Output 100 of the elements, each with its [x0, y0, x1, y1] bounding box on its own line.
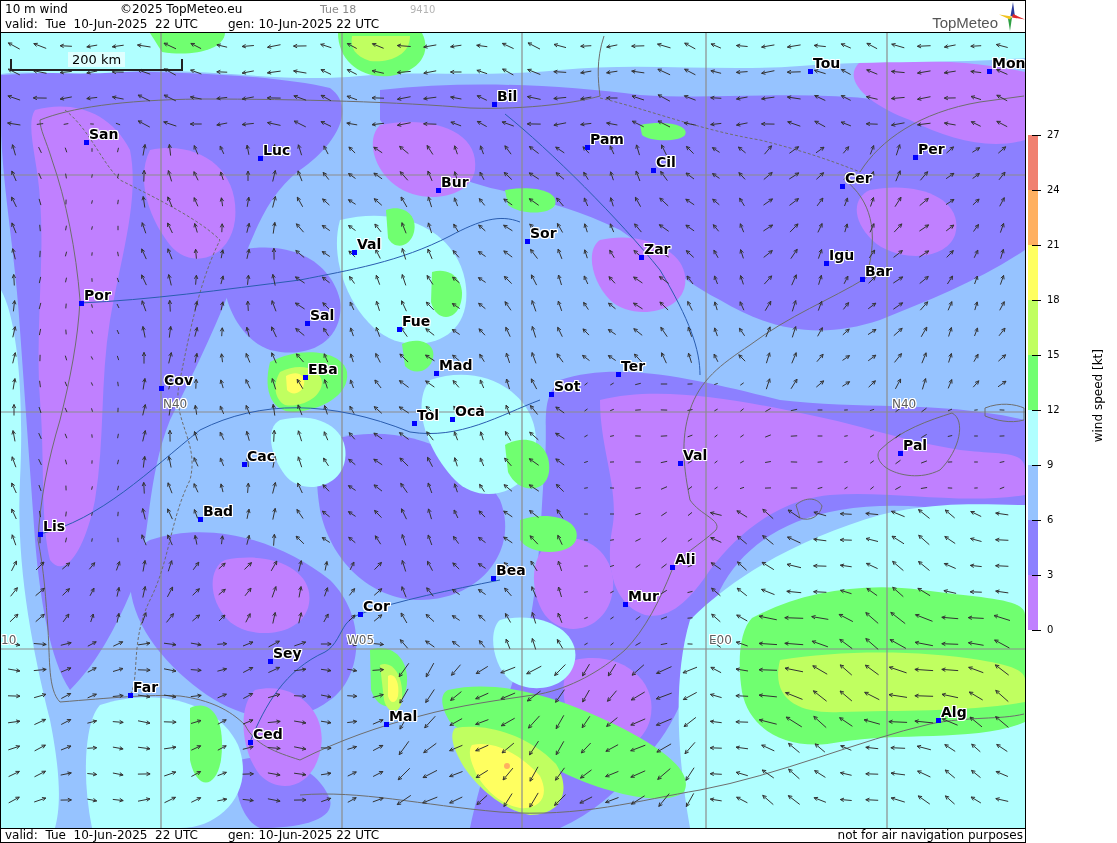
city-marker-icon [840, 184, 845, 189]
city-label: Igu [829, 248, 855, 262]
city-marker-icon [450, 417, 455, 422]
city-marker-icon [352, 250, 357, 255]
city-marker-icon [491, 576, 496, 581]
legend-tick-label: 21 [1047, 238, 1060, 252]
city-label: Alg [941, 705, 967, 719]
city-marker-icon [860, 277, 865, 282]
city-marker-icon [936, 718, 941, 723]
city-label: Cor [363, 599, 390, 613]
legend-tick-label: 6 [1047, 513, 1054, 527]
city-label: Bad [203, 504, 234, 518]
city-label: Bur [441, 175, 469, 189]
city-marker-icon [248, 740, 253, 745]
city-label: Cac [247, 449, 276, 463]
city-label: Mal [389, 709, 418, 723]
logo-text: TopMeteo [932, 15, 998, 31]
city-label: Bil [497, 89, 518, 103]
city-marker-icon [492, 102, 497, 107]
city-label: Mon [992, 56, 1025, 70]
city-label: Cov [164, 373, 194, 387]
city-label: Val [357, 237, 382, 251]
city-marker-icon [585, 145, 590, 150]
pinwheel-icon [999, 2, 1025, 31]
city-label: Per [918, 142, 945, 156]
city-marker-icon [616, 372, 621, 377]
city-label: Tol [417, 408, 440, 422]
generated-time-text: gen: 10-Jun-2025 22 UTC [228, 829, 380, 842]
city-marker-icon [159, 386, 164, 391]
city-marker-icon [128, 693, 133, 698]
city-label: Sor [530, 226, 557, 240]
city-label: Ter [621, 359, 646, 373]
city-label: Far [133, 680, 159, 694]
city-marker-icon [678, 461, 683, 466]
legend-tick-label: 9 [1047, 458, 1054, 472]
city-label: Sal [310, 308, 335, 322]
city-marker-icon [898, 451, 903, 456]
city-label: Bea [496, 563, 526, 577]
city-label: Val [683, 448, 708, 462]
copyright-text: ©2025 TopMeteo.eu [120, 2, 244, 17]
grid-label: 10 [1, 634, 17, 646]
city-marker-icon [79, 301, 84, 306]
city-label: Mur [628, 589, 659, 603]
city-marker-icon [549, 392, 554, 397]
city-label: Mad [439, 358, 473, 372]
city-marker-icon [358, 612, 363, 617]
city-label: Ali [675, 552, 696, 566]
legend-tick-label: 24 [1047, 183, 1060, 197]
city-label: Ced [253, 727, 283, 741]
city-label: Cil [656, 155, 676, 169]
city-label: Pal [903, 438, 928, 452]
city-label: Zar [644, 242, 671, 256]
grid-label: N40 [163, 398, 188, 410]
valid-time-text: valid: Tue 10-Jun-2025 22 UTC [5, 829, 199, 842]
city-marker-icon [651, 168, 656, 173]
city-label: Sot [554, 379, 581, 393]
legend-tick-label: 3 [1047, 568, 1054, 582]
city-marker-icon [808, 69, 813, 74]
city-label: Sey [273, 646, 302, 660]
legend-tick-label: 15 [1047, 348, 1060, 362]
city-marker-icon [670, 565, 675, 570]
city-marker-icon [434, 371, 439, 376]
city-label: Oca [455, 404, 485, 418]
legend-title: wind speed [kt] [1092, 349, 1105, 443]
valid-time-text: valid: Tue 10-Jun-2025 22 UTC [5, 17, 199, 32]
city-marker-icon [268, 659, 273, 664]
city-marker-icon [824, 261, 829, 266]
disclaimer-text: not for air navigation purposes [837, 829, 1023, 842]
city-marker-icon [623, 602, 628, 607]
city-marker-icon [305, 321, 310, 326]
scale-label: 200 km [68, 52, 126, 67]
legend-tick-label: 0 [1047, 623, 1054, 637]
time-label: Tue 18 [320, 2, 358, 17]
map-title: 10 m wind [5, 2, 69, 17]
city-label: Tou [813, 56, 841, 70]
legend-tick-label: 18 [1047, 293, 1060, 307]
generated-time-text: gen: 10-Jun-2025 22 UTC [228, 17, 380, 32]
city-marker-icon [84, 140, 89, 145]
city-label: Pam [590, 132, 624, 146]
city-marker-icon [303, 375, 308, 380]
grid-label: W05 [347, 634, 375, 646]
city-label: San [89, 127, 119, 141]
city-marker-icon [384, 722, 389, 727]
city-marker-icon [525, 239, 530, 244]
city-marker-icon [913, 155, 918, 160]
code-label: 9410 [410, 3, 436, 17]
grid-label: N40 [892, 398, 917, 410]
city-marker-icon [397, 327, 402, 332]
legend-tick-label: 27 [1047, 128, 1060, 142]
city-marker-icon [436, 188, 441, 193]
city-label: Bar [865, 264, 893, 278]
city-marker-icon [198, 517, 203, 522]
legend-tick-label: 12 [1047, 403, 1060, 417]
city-marker-icon [412, 421, 417, 426]
city-label: Fue [402, 314, 431, 328]
city-label: Luc [263, 143, 291, 157]
city-marker-icon [639, 255, 644, 260]
city-label: Por [84, 288, 111, 302]
city-label: Lis [43, 519, 66, 533]
grid-label: E00 [709, 634, 732, 646]
